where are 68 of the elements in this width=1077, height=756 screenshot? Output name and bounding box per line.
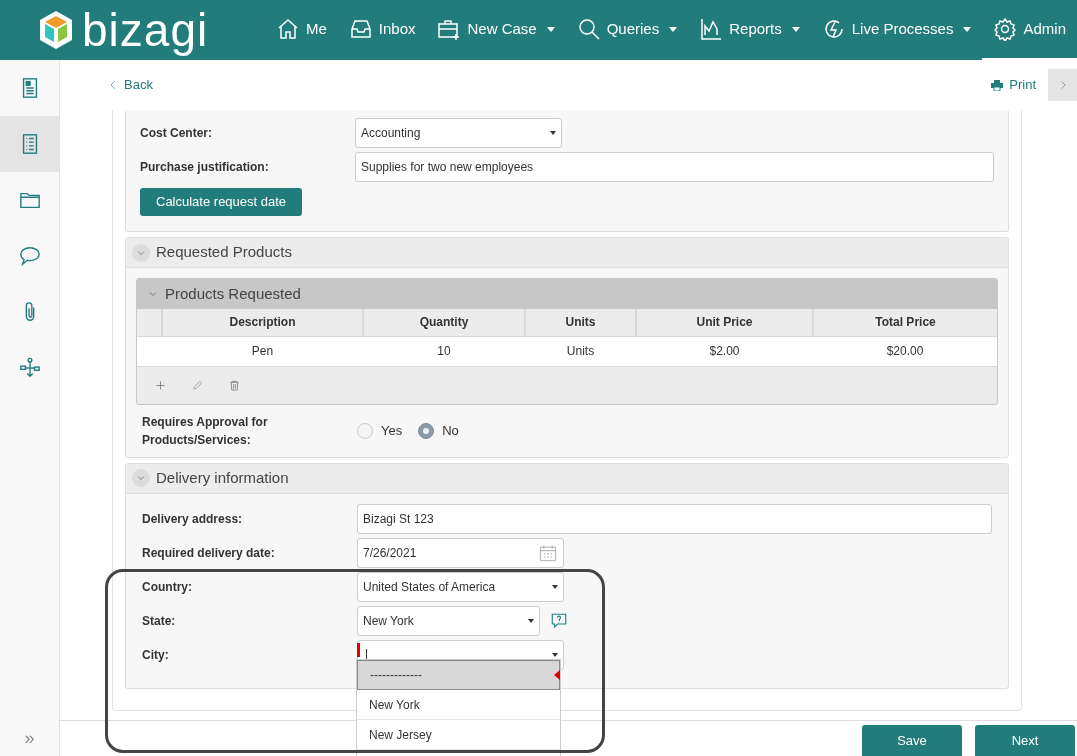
settings-icon (993, 17, 1018, 41)
sidebar-item[interactable] (0, 116, 59, 172)
back-link[interactable]: Back (108, 75, 153, 95)
nav-item[interactable]: Live Processes (810, 0, 983, 60)
column-header: Total Price (813, 309, 997, 336)
section-header[interactable]: Delivery information (126, 463, 1008, 494)
dropdown-option[interactable]: New York (357, 690, 560, 720)
radio-label: No (442, 421, 459, 440)
chevron-left-icon (108, 80, 118, 90)
dropdown-option[interactable]: ------------- (357, 660, 560, 690)
table-cell: 10 (363, 336, 525, 366)
grid-title: Products Requested (165, 283, 301, 304)
input-field[interactable]: Supplies for two new employees (355, 152, 994, 182)
nav-item[interactable]: Me (264, 0, 338, 60)
table-cell: $20.00 (813, 336, 997, 366)
table-cell: Units (525, 336, 636, 366)
dropdown-field[interactable]: Accounting (355, 118, 562, 148)
chevron-icon (132, 243, 150, 262)
logo-icon (38, 10, 74, 50)
caret-icon (528, 618, 534, 623)
dropdown-field[interactable]: New York (357, 605, 540, 636)
field-label: Requires Approval for Products/Services: (142, 413, 269, 449)
column-header: Description (162, 309, 363, 336)
caret-icon (550, 131, 556, 135)
calculate-button[interactable]: Calculate request date (140, 188, 303, 216)
chart-icon (699, 17, 724, 41)
expand-button[interactable]: » (0, 720, 59, 756)
footer-button[interactable]: Next (975, 725, 1075, 756)
field-label: City: (142, 646, 170, 664)
nav-item[interactable]: Queries (565, 0, 689, 60)
briefcase-icon (437, 17, 462, 41)
input-field[interactable]: Bizagi St 123 (357, 503, 992, 534)
text-cursor (366, 648, 367, 661)
nav-item[interactable]: Inbox (337, 0, 427, 60)
inbox-icon (348, 17, 373, 41)
field-label: Required delivery date: (142, 544, 276, 562)
column-header: Unit Price (636, 309, 813, 336)
speech-bubble-icon (18, 245, 41, 267)
plus-icon (155, 379, 166, 391)
nav-item[interactable]: Reports (688, 0, 811, 60)
radio-label: Yes (381, 421, 403, 440)
flow-diagram-icon (18, 357, 41, 379)
table-cell: $2.00 (636, 336, 813, 366)
dropdown-field[interactable]: United States of America (357, 571, 564, 602)
field-label: Cost Center: (140, 125, 213, 142)
table-cell: Pen (162, 336, 363, 366)
caret-icon (552, 584, 558, 589)
nav-item[interactable]: Admin (982, 0, 1077, 60)
section-header[interactable]: Requested Products (126, 238, 1008, 268)
column-header: Quantity (363, 309, 525, 336)
radio-button[interactable] (418, 422, 435, 439)
field-label: Purchase justification: (140, 159, 270, 176)
field-label: State: (142, 612, 177, 630)
nav-item[interactable]: New Case (426, 0, 566, 60)
pencil-icon (192, 379, 203, 391)
radio-button[interactable] (357, 422, 373, 439)
field-label: Country: (142, 578, 193, 596)
print-link[interactable]: Print (991, 75, 1036, 95)
printer-icon (991, 79, 1004, 91)
field-label: Delivery address: (142, 510, 244, 528)
column-header: Units (525, 309, 636, 336)
trash-icon (229, 379, 240, 391)
footer-button[interactable]: Save (862, 725, 962, 756)
dropdown-option[interactable]: New Jersey (357, 720, 560, 750)
pointer-icon (554, 670, 560, 680)
chevron-icon (132, 469, 150, 487)
search-icon (576, 17, 601, 41)
date-field[interactable]: 7/26/2021 (357, 537, 564, 568)
